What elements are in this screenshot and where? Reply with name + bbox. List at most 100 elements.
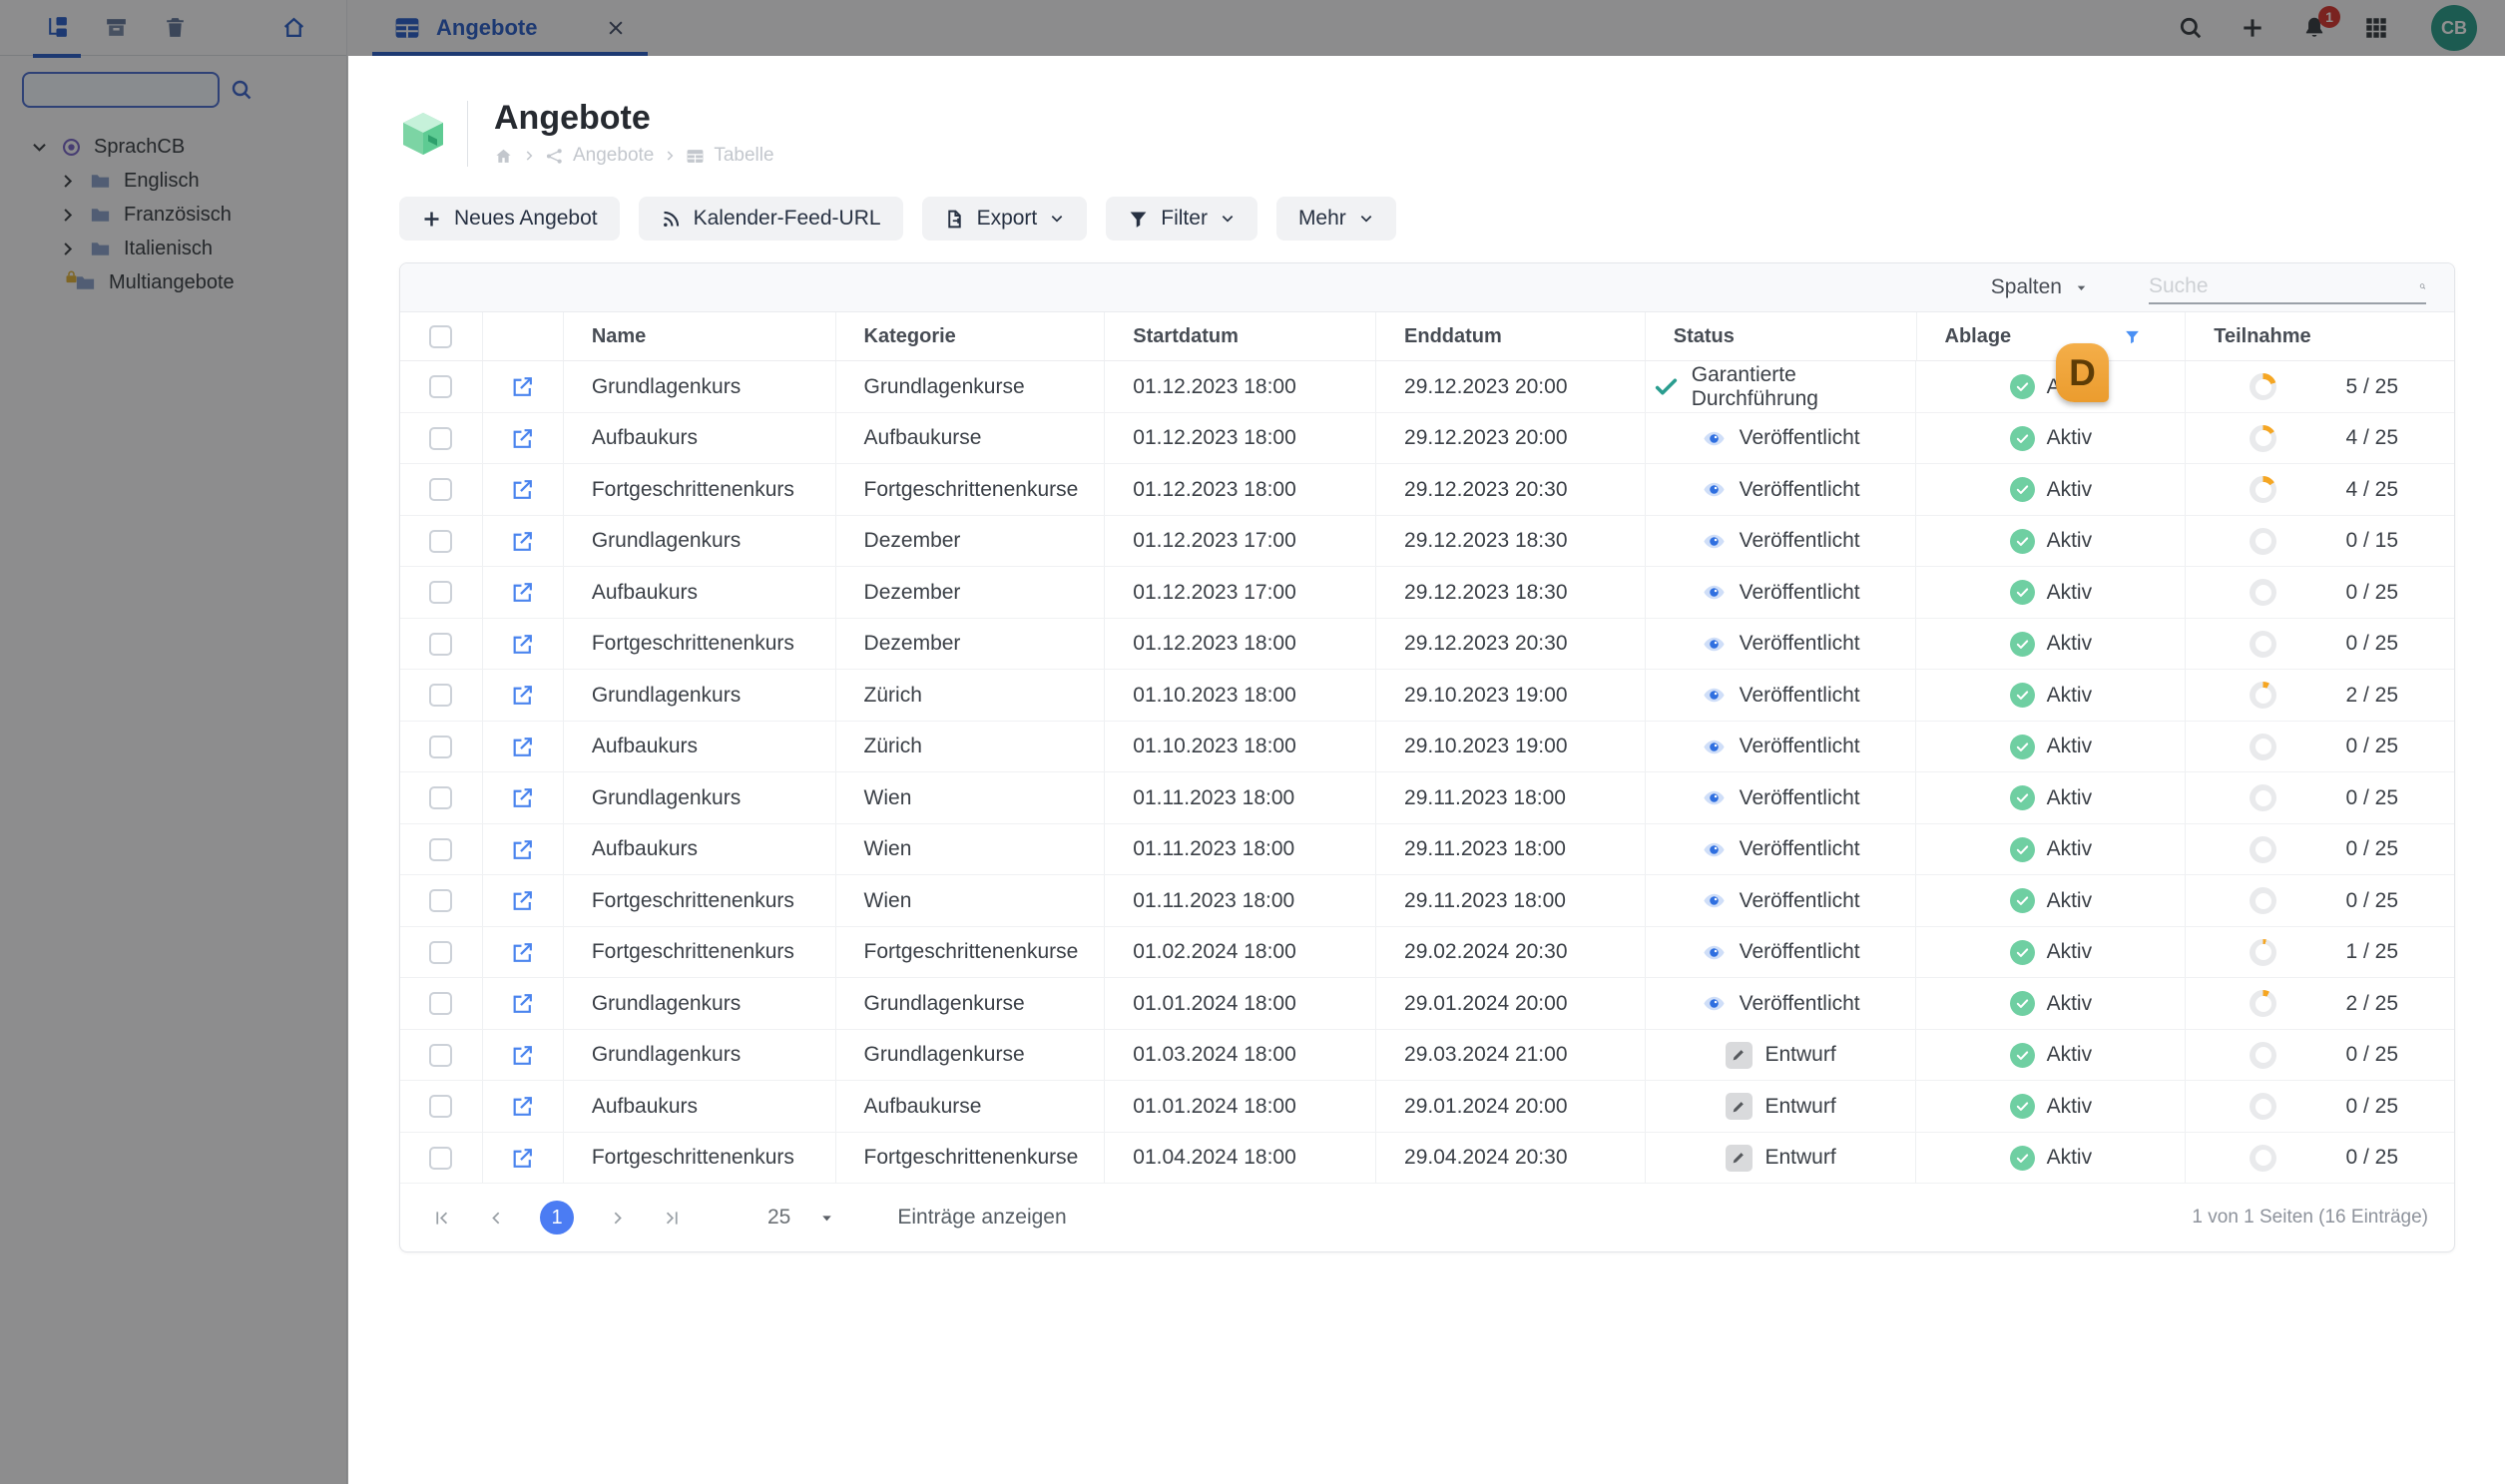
- participation-donut: [2250, 733, 2277, 760]
- cell-kategorie: Fortgeschrittenenkurse: [834, 464, 1105, 515]
- column-header-status[interactable]: Status: [1644, 312, 1916, 361]
- next-page-icon[interactable]: [607, 1208, 628, 1229]
- row-checkbox[interactable]: [429, 837, 453, 861]
- row-checkbox[interactable]: [429, 478, 453, 502]
- open-record-icon[interactable]: [510, 529, 535, 554]
- table-row: Aufbaukurs Aufbaukurse 01.01.2024 18:00 …: [400, 1081, 2454, 1133]
- chevron-right-icon[interactable]: [58, 172, 77, 191]
- sidebar-search-icon[interactable]: [230, 78, 253, 102]
- open-record-icon[interactable]: [510, 1043, 535, 1068]
- row-checkbox[interactable]: [429, 735, 453, 758]
- row-checkbox[interactable]: [429, 581, 453, 605]
- breadcrumb-item[interactable]: Angebote: [573, 145, 654, 167]
- row-select-cell: [400, 722, 482, 772]
- chevron-right-icon[interactable]: [58, 206, 77, 225]
- cell-ablage: Aktiv: [1915, 1081, 2185, 1132]
- row-checkbox[interactable]: [429, 992, 453, 1016]
- row-checkbox[interactable]: [429, 426, 453, 450]
- open-record-icon[interactable]: [510, 1094, 535, 1119]
- select-all-checkbox[interactable]: [429, 324, 453, 348]
- home-icon[interactable]: [494, 147, 513, 166]
- tab-angebote[interactable]: Angebote: [372, 0, 648, 56]
- column-header-kategorie[interactable]: Kategorie: [834, 312, 1105, 361]
- current-page-button[interactable]: 1: [540, 1201, 574, 1236]
- open-record-icon[interactable]: [510, 837, 535, 862]
- active-filter-icon[interactable]: [2124, 328, 2141, 345]
- open-record-icon[interactable]: [510, 785, 535, 810]
- column-header-enddatum[interactable]: Enddatum: [1375, 312, 1645, 361]
- more-button[interactable]: Mehr: [1275, 197, 1396, 242]
- row-open-cell: [481, 567, 563, 618]
- table-search-input[interactable]: [2149, 274, 2419, 299]
- open-record-icon[interactable]: [510, 426, 535, 451]
- archive-icon[interactable]: [103, 14, 130, 41]
- page-size-select[interactable]: 25: [767, 1206, 835, 1230]
- cell-enddatum: 29.01.2024 20:00: [1375, 1081, 1645, 1132]
- last-page-icon[interactable]: [661, 1208, 682, 1229]
- column-header-startdatum[interactable]: Startdatum: [1104, 312, 1375, 361]
- column-header-teilnahme[interactable]: Teilnahme: [2185, 312, 2454, 361]
- row-checkbox[interactable]: [429, 940, 453, 964]
- notifications-bell-icon[interactable]: 1: [2301, 6, 2340, 41]
- search-icon[interactable]: [2178, 15, 2204, 41]
- row-checkbox[interactable]: [429, 1146, 453, 1170]
- row-checkbox[interactable]: [429, 684, 453, 708]
- sidebar-search-input[interactable]: [22, 72, 220, 108]
- calendar-feed-url-button[interactable]: Kalender-Feed-URL: [638, 197, 903, 242]
- close-icon[interactable]: [606, 18, 626, 38]
- tree-item-englisch[interactable]: Englisch: [0, 164, 346, 198]
- row-checkbox[interactable]: [429, 529, 453, 553]
- cell-startdatum: 01.04.2024 18:00: [1104, 1132, 1375, 1184]
- table-body: Grundlagenkurs Grundlagenkurse 01.12.202…: [400, 361, 2454, 1185]
- row-checkbox[interactable]: [429, 1043, 453, 1067]
- open-record-icon[interactable]: [510, 735, 535, 759]
- open-record-icon[interactable]: [510, 1146, 535, 1171]
- home-icon[interactable]: [280, 14, 307, 41]
- tree-item-franzoesisch[interactable]: Französisch: [0, 198, 346, 232]
- add-icon[interactable]: [2240, 15, 2265, 41]
- trash-icon[interactable]: [162, 14, 189, 41]
- export-button[interactable]: Export: [921, 197, 1088, 242]
- apps-grid-icon[interactable]: [2363, 15, 2389, 41]
- row-select-cell: [400, 772, 482, 823]
- cell-ablage: Aktiv: [1915, 721, 2185, 772]
- open-record-icon[interactable]: [510, 940, 535, 965]
- open-record-icon[interactable]: [510, 632, 535, 657]
- open-record-icon[interactable]: [510, 374, 535, 399]
- tree-item-italienisch[interactable]: Italienisch: [0, 232, 346, 265]
- tree-item-sprachcb[interactable]: SprachCB: [0, 130, 346, 164]
- column-header-name[interactable]: Name: [562, 312, 835, 361]
- open-record-icon[interactable]: [510, 991, 535, 1016]
- status-eye-icon: [1702, 632, 1727, 657]
- open-record-icon[interactable]: [510, 477, 535, 502]
- row-select-cell: [400, 413, 482, 464]
- open-record-icon[interactable]: [510, 580, 535, 605]
- ablage-label: Aktiv: [2046, 837, 2093, 861]
- row-open-cell: [481, 772, 563, 823]
- open-record-icon[interactable]: [510, 888, 535, 913]
- offers-table-card: Spalten Name Kategorie Startdatum Enddat…: [399, 262, 2455, 1253]
- ablage-label: Aktiv: [2046, 1146, 2093, 1170]
- tree-view-icon[interactable]: [33, 14, 81, 58]
- columns-button[interactable]: Spalten: [1991, 275, 2089, 299]
- row-checkbox[interactable]: [429, 375, 453, 399]
- first-page-icon[interactable]: [432, 1208, 453, 1229]
- previous-page-icon[interactable]: [486, 1208, 507, 1229]
- open-record-icon[interactable]: [510, 683, 535, 708]
- tree-item-multiangebote[interactable]: Multiangebote: [0, 265, 346, 299]
- row-checkbox[interactable]: [429, 632, 453, 656]
- cell-teilnahme: 4 / 25: [2185, 412, 2454, 464]
- row-checkbox[interactable]: [429, 1095, 453, 1119]
- column-header-ablage[interactable]: Ablage: [1915, 312, 2186, 361]
- chevron-down-icon[interactable]: [30, 138, 49, 157]
- avatar[interactable]: CB: [2431, 5, 2477, 51]
- row-checkbox[interactable]: [429, 889, 453, 913]
- new-offer-button[interactable]: Neues Angebot: [399, 197, 620, 242]
- tree-item-label: Französisch: [124, 203, 232, 226]
- cell-name: Aufbaukurs: [562, 1081, 835, 1132]
- filter-button[interactable]: Filter: [1106, 197, 1257, 242]
- cell-startdatum: 01.02.2024 18:00: [1104, 926, 1375, 978]
- search-icon[interactable]: [2419, 274, 2426, 298]
- chevron-right-icon[interactable]: [58, 240, 77, 258]
- row-checkbox[interactable]: [429, 786, 453, 810]
